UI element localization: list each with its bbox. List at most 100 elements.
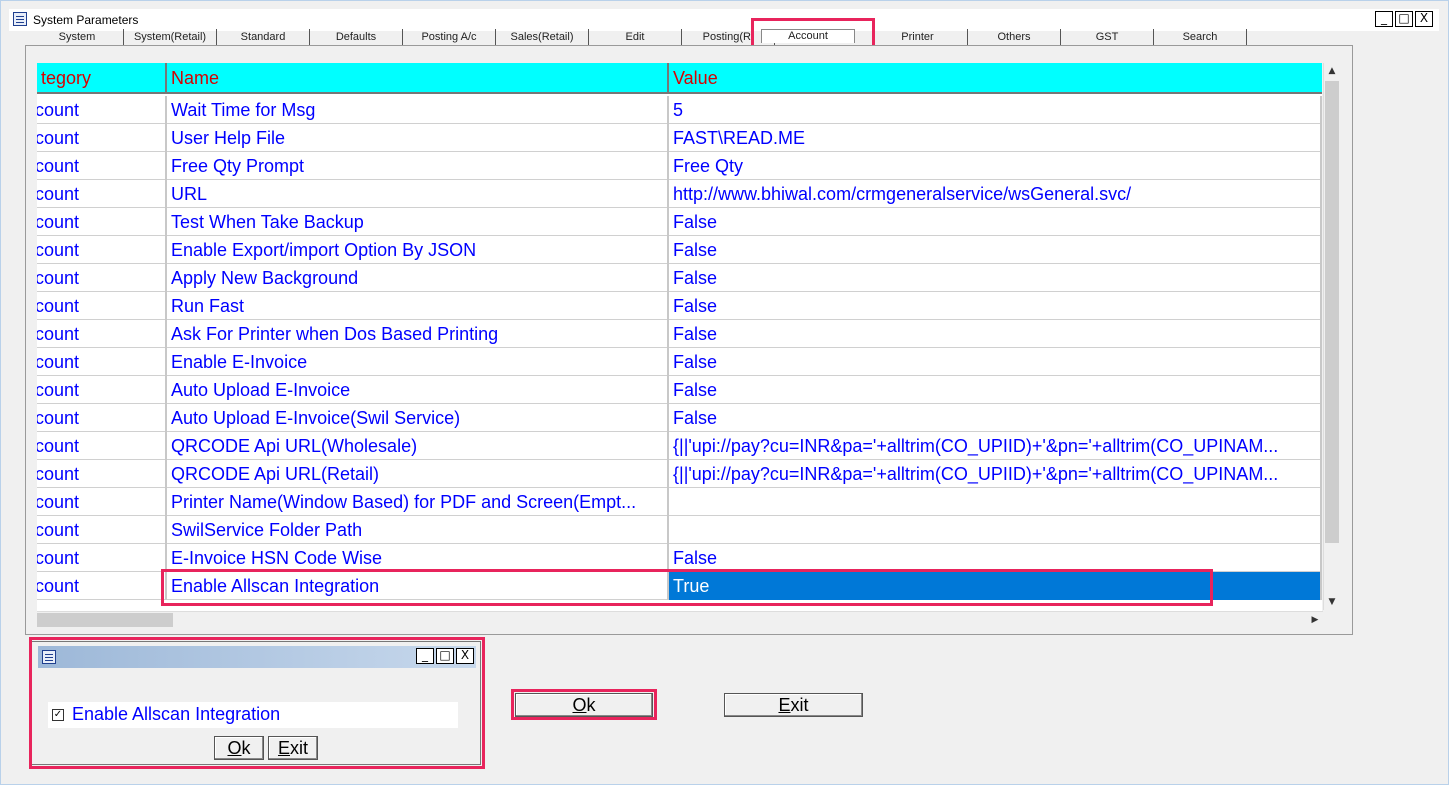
tab-edit[interactable]: Edit: [589, 29, 682, 45]
scroll-down-icon[interactable]: ▼: [1324, 594, 1340, 610]
row-category-cell[interactable]: count: [37, 348, 167, 376]
allscan-checkbox[interactable]: ✓: [52, 709, 64, 721]
row-value-cell[interactable]: False: [669, 376, 1322, 404]
row-category-cell[interactable]: count: [37, 180, 167, 208]
table-row[interactable]: count Enable Allscan Integration True: [37, 572, 1322, 600]
allscan-checkbox-row[interactable]: ✓ Enable Allscan Integration: [48, 702, 458, 728]
dialog-maximize-icon[interactable]: □: [436, 648, 454, 664]
header-category[interactable]: tegory: [37, 63, 167, 94]
scroll-right-icon[interactable]: ▶: [1307, 612, 1323, 628]
header-name[interactable]: Name: [167, 63, 669, 94]
vertical-scroll-thumb[interactable]: [1325, 81, 1339, 543]
tab-gst[interactable]: GST: [1061, 29, 1154, 45]
row-name-cell[interactable]: Apply New Background: [167, 264, 669, 292]
row-name-cell[interactable]: Test When Take Backup: [167, 208, 669, 236]
row-value-cell[interactable]: FAST\READ.ME: [669, 124, 1322, 152]
row-category-cell[interactable]: count: [37, 96, 167, 124]
row-category-cell[interactable]: count: [37, 572, 167, 600]
table-row[interactable]: count User Help File FAST\READ.ME: [37, 124, 1322, 152]
row-value-cell[interactable]: False: [669, 292, 1322, 320]
row-value-cell[interactable]: False: [669, 544, 1322, 572]
row-name-cell[interactable]: User Help File: [167, 124, 669, 152]
table-row[interactable]: count Ask For Printer when Dos Based Prin…: [37, 320, 1322, 348]
table-row[interactable]: count Run Fast False: [37, 292, 1322, 320]
minimize-icon[interactable]: _: [1375, 11, 1393, 27]
row-value-cell[interactable]: {||'upi://pay?cu=INR&pa='+alltrim(CO_UPI…: [669, 432, 1322, 460]
row-value-cell[interactable]: False: [669, 208, 1322, 236]
row-value-cell[interactable]: True: [669, 572, 1322, 600]
row-value-cell[interactable]: {||'upi://pay?cu=INR&pa='+alltrim(CO_UPI…: [669, 460, 1322, 488]
tab-search[interactable]: Search: [1154, 29, 1247, 45]
row-value-cell[interactable]: False: [669, 348, 1322, 376]
horizontal-scrollbar[interactable]: ▶: [37, 611, 1323, 627]
table-row[interactable]: count Enable E-Invoice False: [37, 348, 1322, 376]
row-category-cell[interactable]: count: [37, 292, 167, 320]
tab-sales-retail[interactable]: Sales(Retail): [496, 29, 589, 45]
row-category-cell[interactable]: count: [37, 432, 167, 460]
row-value-cell[interactable]: 5: [669, 96, 1322, 124]
row-name-cell[interactable]: Free Qty Prompt: [167, 152, 669, 180]
row-name-cell[interactable]: E-Invoice HSN Code Wise: [167, 544, 669, 572]
row-name-cell[interactable]: Wait Time for Msg: [167, 96, 669, 124]
table-row[interactable]: count Auto Upload E-Invoice(Swil Service)…: [37, 404, 1322, 432]
row-category-cell[interactable]: count: [37, 544, 167, 572]
table-row[interactable]: count QRCODE Api URL(Retail) {||'upi://pay…: [37, 460, 1322, 488]
row-category-cell[interactable]: count: [37, 516, 167, 544]
window-menu-icon[interactable]: [13, 12, 27, 26]
row-category-cell[interactable]: count: [37, 376, 167, 404]
close-icon[interactable]: X: [1415, 11, 1433, 27]
table-row[interactable]: count Free Qty Prompt Free Qty: [37, 152, 1322, 180]
table-row[interactable]: count Auto Upload E-Invoice False: [37, 376, 1322, 404]
row-name-cell[interactable]: QRCODE Api URL(Wholesale): [167, 432, 669, 460]
row-name-cell[interactable]: Enable E-Invoice: [167, 348, 669, 376]
ok-button[interactable]: Ok: [515, 693, 653, 717]
horizontal-scroll-thumb[interactable]: [37, 613, 173, 627]
row-value-cell[interactable]: False: [669, 404, 1322, 432]
row-value-cell[interactable]: http://www.bhiwal.com/crmgeneralservice/…: [669, 180, 1322, 208]
table-row[interactable]: count E-Invoice HSN Code Wise False: [37, 544, 1322, 572]
row-name-cell[interactable]: Auto Upload E-Invoice: [167, 376, 669, 404]
table-row[interactable]: count Printer Name(Window Based) for PDF …: [37, 488, 1322, 516]
exit-button[interactable]: Exit: [724, 693, 863, 717]
tab-standard[interactable]: Standard: [217, 29, 310, 45]
row-value-cell[interactable]: False: [669, 236, 1322, 264]
row-category-cell[interactable]: count: [37, 460, 167, 488]
table-row[interactable]: count Wait Time for Msg 5: [37, 96, 1322, 124]
row-name-cell[interactable]: Printer Name(Window Based) for PDF and S…: [167, 488, 669, 516]
row-value-cell[interactable]: [669, 488, 1322, 516]
tab-defaults[interactable]: Defaults: [310, 29, 403, 45]
maximize-icon[interactable]: □: [1395, 11, 1413, 27]
tab-printer[interactable]: Printer: [868, 29, 968, 45]
allscan-checkbox-label[interactable]: Enable Allscan Integration: [72, 704, 280, 725]
header-value[interactable]: Value: [669, 63, 1322, 94]
dialog-ok-button[interactable]: Ok: [214, 736, 264, 760]
row-category-cell[interactable]: count: [37, 124, 167, 152]
row-category-cell[interactable]: count: [37, 264, 167, 292]
row-name-cell[interactable]: Auto Upload E-Invoice(Swil Service): [167, 404, 669, 432]
vertical-scrollbar[interactable]: ▲ ▼: [1323, 63, 1339, 610]
row-name-cell[interactable]: SwilService Folder Path: [167, 516, 669, 544]
table-row[interactable]: count Enable Export/import Option By JSON…: [37, 236, 1322, 264]
table-row[interactable]: count URL http://www.bhiwal.com/crmgeneral…: [37, 180, 1322, 208]
dialog-exit-button[interactable]: Exit: [268, 736, 318, 760]
row-category-cell[interactable]: count: [37, 152, 167, 180]
tab-posting-ac[interactable]: Posting A/c: [403, 29, 496, 45]
table-row[interactable]: count QRCODE Api URL(Wholesale) {||'upi://…: [37, 432, 1322, 460]
row-value-cell[interactable]: False: [669, 264, 1322, 292]
table-row[interactable]: count Test When Take Backup False: [37, 208, 1322, 236]
dialog-close-icon[interactable]: X: [456, 648, 474, 664]
tab-others[interactable]: Others: [968, 29, 1061, 45]
row-category-cell[interactable]: count: [37, 236, 167, 264]
row-value-cell[interactable]: [669, 516, 1322, 544]
tab-system[interactable]: System: [31, 29, 124, 45]
row-name-cell[interactable]: Enable Export/import Option By JSON: [167, 236, 669, 264]
row-name-cell[interactable]: Enable Allscan Integration: [167, 572, 669, 600]
row-name-cell[interactable]: Run Fast: [167, 292, 669, 320]
dialog-menu-icon[interactable]: [42, 650, 56, 664]
row-value-cell[interactable]: False: [669, 320, 1322, 348]
row-category-cell[interactable]: count: [37, 404, 167, 432]
table-row[interactable]: count SwilService Folder Path: [37, 516, 1322, 544]
row-value-cell[interactable]: Free Qty: [669, 152, 1322, 180]
tab-system-retail[interactable]: System(Retail): [124, 29, 217, 45]
scroll-up-icon[interactable]: ▲: [1324, 63, 1340, 79]
